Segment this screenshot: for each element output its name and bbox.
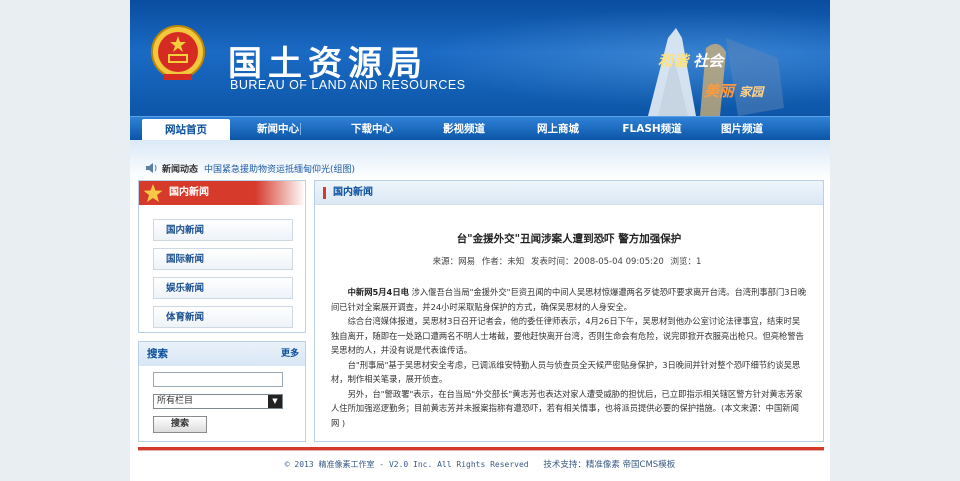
sidebar-link-international[interactable]: 国际新闻 [153, 248, 293, 270]
column-select[interactable]: 所有栏目 ▼ [153, 394, 283, 409]
article-dateline: 中新网5月4日电 [347, 287, 409, 297]
slogan-word-4: 家园 [739, 85, 764, 99]
nav-item-downloads[interactable]: 下载中心 [332, 117, 412, 141]
panel-header: 国内新闻 [139, 181, 305, 205]
search-panel-header: 搜索 更多 [139, 342, 305, 366]
article-paragraph: 综合台湾媒体报道，吴思材3日召开记者会，他的委任律师表示，4月26日下午，吴思材… [331, 316, 804, 355]
site-subtitle: BUREAU OF LAND AND RESOURCES [230, 78, 466, 92]
article-paragraph: 中新网5月4日电 涉入偃吾台当局"金援外交"巨资丑闻的中间人吴思材惊爆遭两名歹徒… [331, 285, 807, 314]
article-views: 浏览：1 [670, 257, 702, 267]
nav-item-video[interactable]: 影视频道 [424, 117, 504, 141]
speaker-icon [146, 163, 157, 173]
page: 国土资源局 BUREAU OF LAND AND RESOURCES 和谐 社会… [130, 0, 830, 481]
more-link[interactable]: 更多 [281, 342, 299, 366]
nav-item-flash[interactable]: FLASH频道 [608, 117, 696, 141]
slogan-word-1: 和谐 [658, 52, 689, 70]
panel-title: 国内新闻 [169, 187, 209, 198]
slogan-word-3: 美丽 [704, 82, 735, 100]
sidebar-link-entertainment[interactable]: 娱乐新闻 [153, 277, 293, 299]
article-time: 发表时间：2008-05-04 09:05:20 [531, 257, 664, 267]
article-author: 作者：未知 [481, 257, 525, 267]
column-select-value: 所有栏目 [157, 396, 194, 406]
nav-item-pictures[interactable]: 图片频道 [702, 117, 782, 141]
article-panel-header: 国内新闻 [315, 181, 823, 205]
search-panel-title: 搜索 [147, 348, 168, 360]
article-paragraph: 台"刑事局"基于吴思材安全考虑，已调派维安特勤人员与侦查员全天候严密贴身保护，3… [331, 359, 801, 385]
article-paragraph: 另外，台"警政署"表示，在台当局"外交部长"黄志芳也表达对家人遭受威胁的担忧后，… [331, 388, 803, 428]
slogan-line-1: 和谐 社会 [658, 50, 723, 71]
search-button[interactable]: 搜索 [153, 416, 207, 433]
main-nav: 网站首页 新闻中心 下载中心 影视频道 网上商城 FLASH频道 图片频道 [130, 116, 830, 141]
national-emblem-icon [151, 25, 205, 80]
nav-item-home[interactable]: 网站首页 [142, 119, 230, 141]
article-panel: 国内新闻 台"金援外交"丑闻涉案人遭到恐吓 警方加强保护 来源：网易 作者：未知… [314, 180, 824, 442]
footer-support: 技术支持：精准像素 帝国CMS模板 [543, 460, 676, 470]
article-source: 来源：网易 [432, 257, 476, 267]
nav-item-news[interactable]: 新闻中心 [238, 117, 318, 141]
footer-copyright: © 2013 精准像素工作室 - V2.0 Inc. All Rights Re… [284, 460, 529, 469]
nav-item-shop[interactable]: 网上商城 [518, 117, 598, 141]
slogan-word-2: 社会 [693, 52, 724, 70]
header-accent-bar [323, 187, 326, 199]
chevron-down-icon[interactable]: ▼ [268, 395, 282, 408]
ticker-label: 新闻动态 [162, 165, 199, 175]
article-title: 台"金援外交"丑闻涉案人遭到恐吓 警方加强保护 [456, 233, 682, 245]
footer-divider-thin [138, 450, 824, 451]
article-meta: 来源：网易 作者：未知 发表时间：2008-05-04 09:05:20 浏览：… [315, 255, 823, 267]
article-body: 中新网5月4日电 涉入偃吾台当局"金援外交"巨资丑闻的中间人吴思材惊爆遭两名歹徒… [331, 285, 807, 430]
star-icon [143, 184, 163, 202]
news-ticker: 新闻动态 中国紧急援助物资运抵缅甸仰光(组图) [146, 163, 355, 177]
slogan-line-2: 美丽 家园 [704, 80, 763, 101]
header-banner: 国土资源局 BUREAU OF LAND AND RESOURCES 和谐 社会… [130, 0, 830, 116]
sidebar-link-sports[interactable]: 体育新闻 [153, 306, 293, 328]
article-section-title: 国内新闻 [333, 187, 373, 198]
ticker-headline-link[interactable]: 中国紧急援助物资运抵缅甸仰光(组图) [204, 165, 355, 175]
search-panel: 搜索 更多 所有栏目 ▼ 搜索 [138, 341, 306, 442]
footer: © 2013 精准像素工作室 - V2.0 Inc. All Rights Re… [130, 458, 830, 470]
search-input[interactable] [153, 372, 283, 387]
sidebar-link-domestic[interactable]: 国内新闻 [153, 219, 293, 241]
domestic-news-panel: 国内新闻 国内新闻 国际新闻 娱乐新闻 体育新闻 [138, 180, 306, 333]
